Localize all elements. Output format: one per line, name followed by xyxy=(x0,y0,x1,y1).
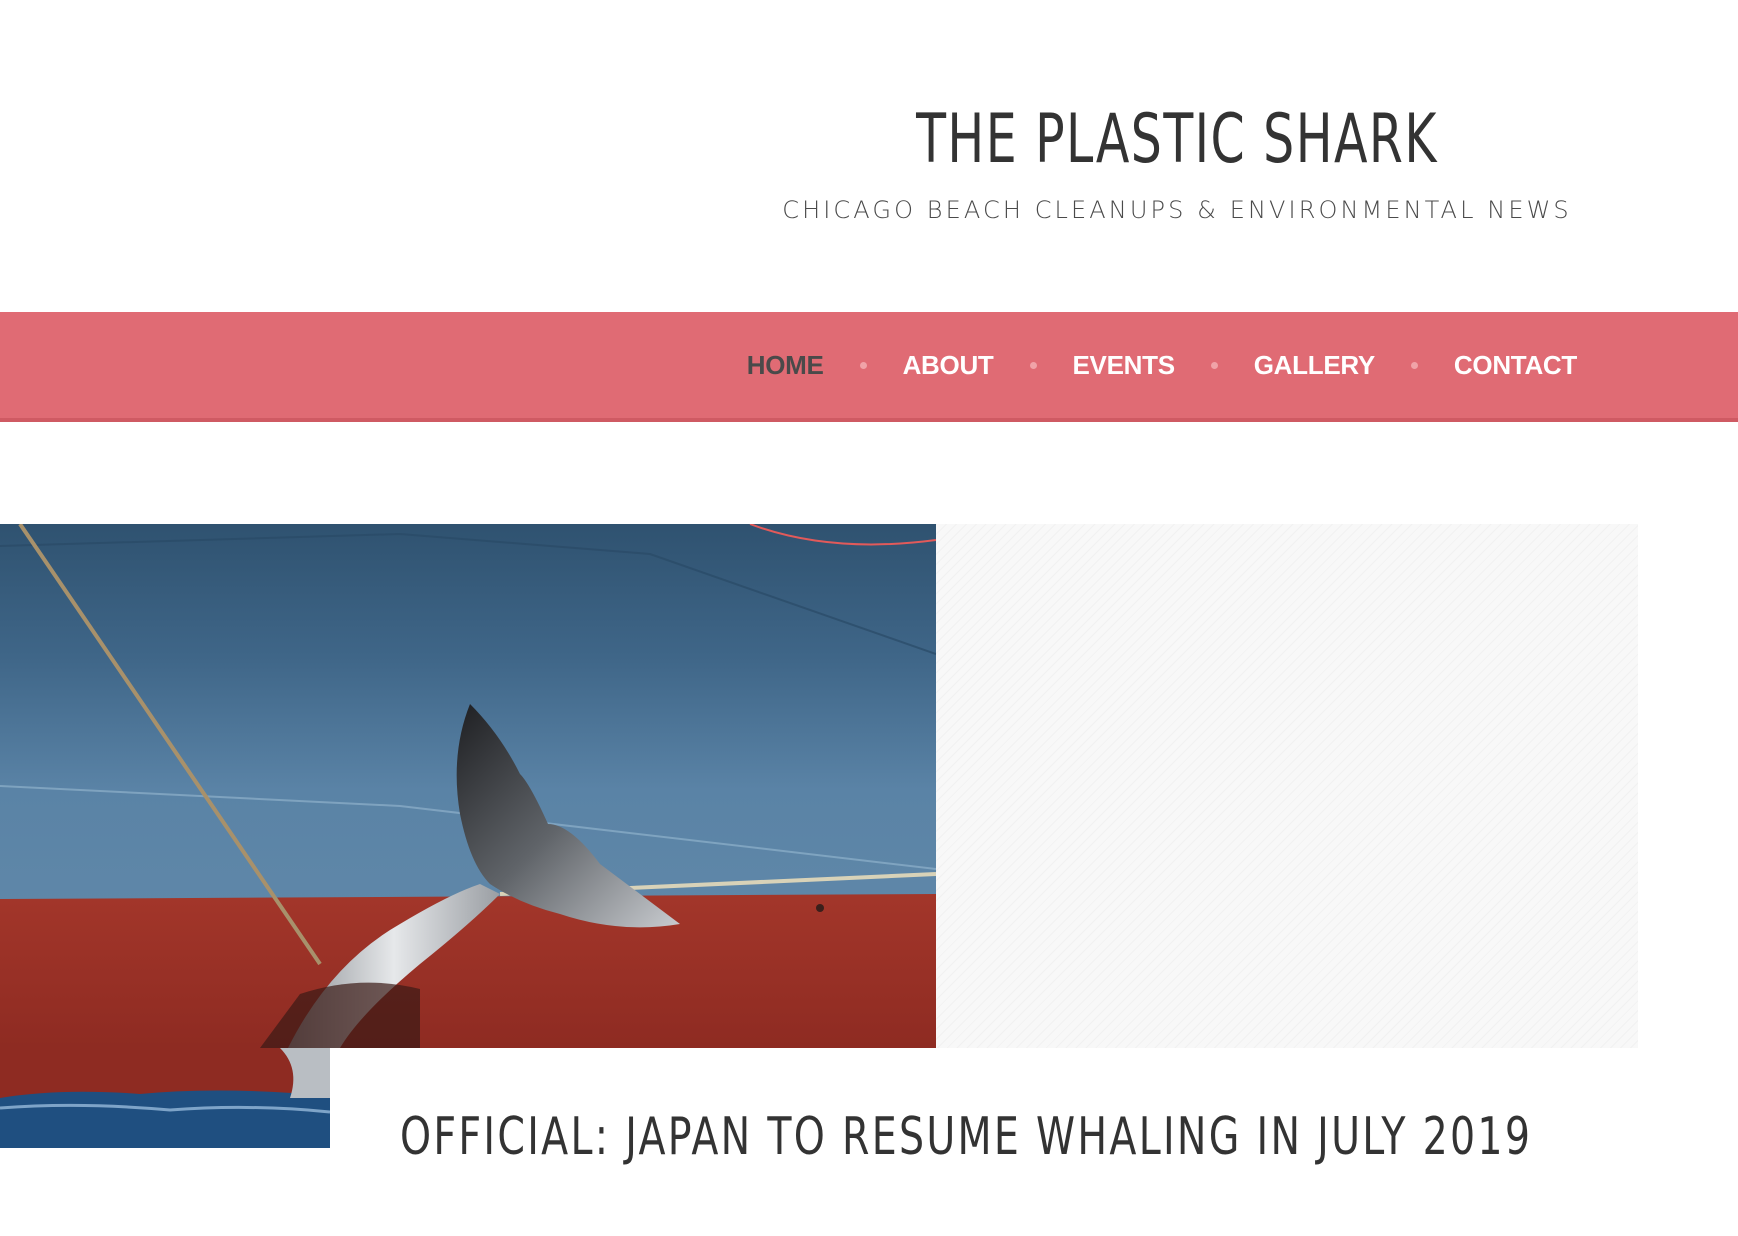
nav-link-about[interactable]: ABOUT xyxy=(903,350,994,381)
nav-link-home[interactable]: HOME xyxy=(747,350,824,381)
nav-link-gallery[interactable]: GALLERY xyxy=(1254,350,1375,381)
featured-pattern-panel xyxy=(936,524,1638,1048)
nav-item-events: EVENTS xyxy=(1073,350,1254,381)
water-photo xyxy=(0,1048,330,1148)
nav-item-gallery: GALLERY xyxy=(1254,350,1454,381)
featured-image-water xyxy=(0,1048,330,1148)
site-header: THE PLASTIC SHARK CHICAGO BEACH CLEANUPS… xyxy=(0,0,1738,312)
featured-post-image[interactable] xyxy=(0,524,936,1048)
nav-separator-dot xyxy=(1029,361,1037,369)
nav-separator-dot xyxy=(859,361,867,369)
site-tagline: CHICAGO BEACH CLEANUPS & ENVIRONMENTAL N… xyxy=(782,196,1572,224)
nav-link-events[interactable]: EVENTS xyxy=(1073,350,1176,381)
nav-item-home: HOME xyxy=(747,350,903,381)
main-navigation: HOME ABOUT EVENTS GALLERY CONTACT xyxy=(0,312,1738,422)
nav-separator-dot xyxy=(1210,361,1218,369)
nav-menu: HOME ABOUT EVENTS GALLERY CONTACT xyxy=(747,312,1578,418)
nav-item-contact: CONTACT xyxy=(1454,350,1577,381)
featured-post-title[interactable]: OFFICIAL: JAPAN TO RESUME WHALING IN JUL… xyxy=(400,1102,1532,1172)
nav-link-contact[interactable]: CONTACT xyxy=(1454,350,1577,381)
nav-item-about: ABOUT xyxy=(903,350,1073,381)
nav-separator-dot xyxy=(1410,361,1418,369)
site-title[interactable]: THE PLASTIC SHARK xyxy=(860,95,1494,185)
whale-tail-photo xyxy=(0,524,936,1048)
